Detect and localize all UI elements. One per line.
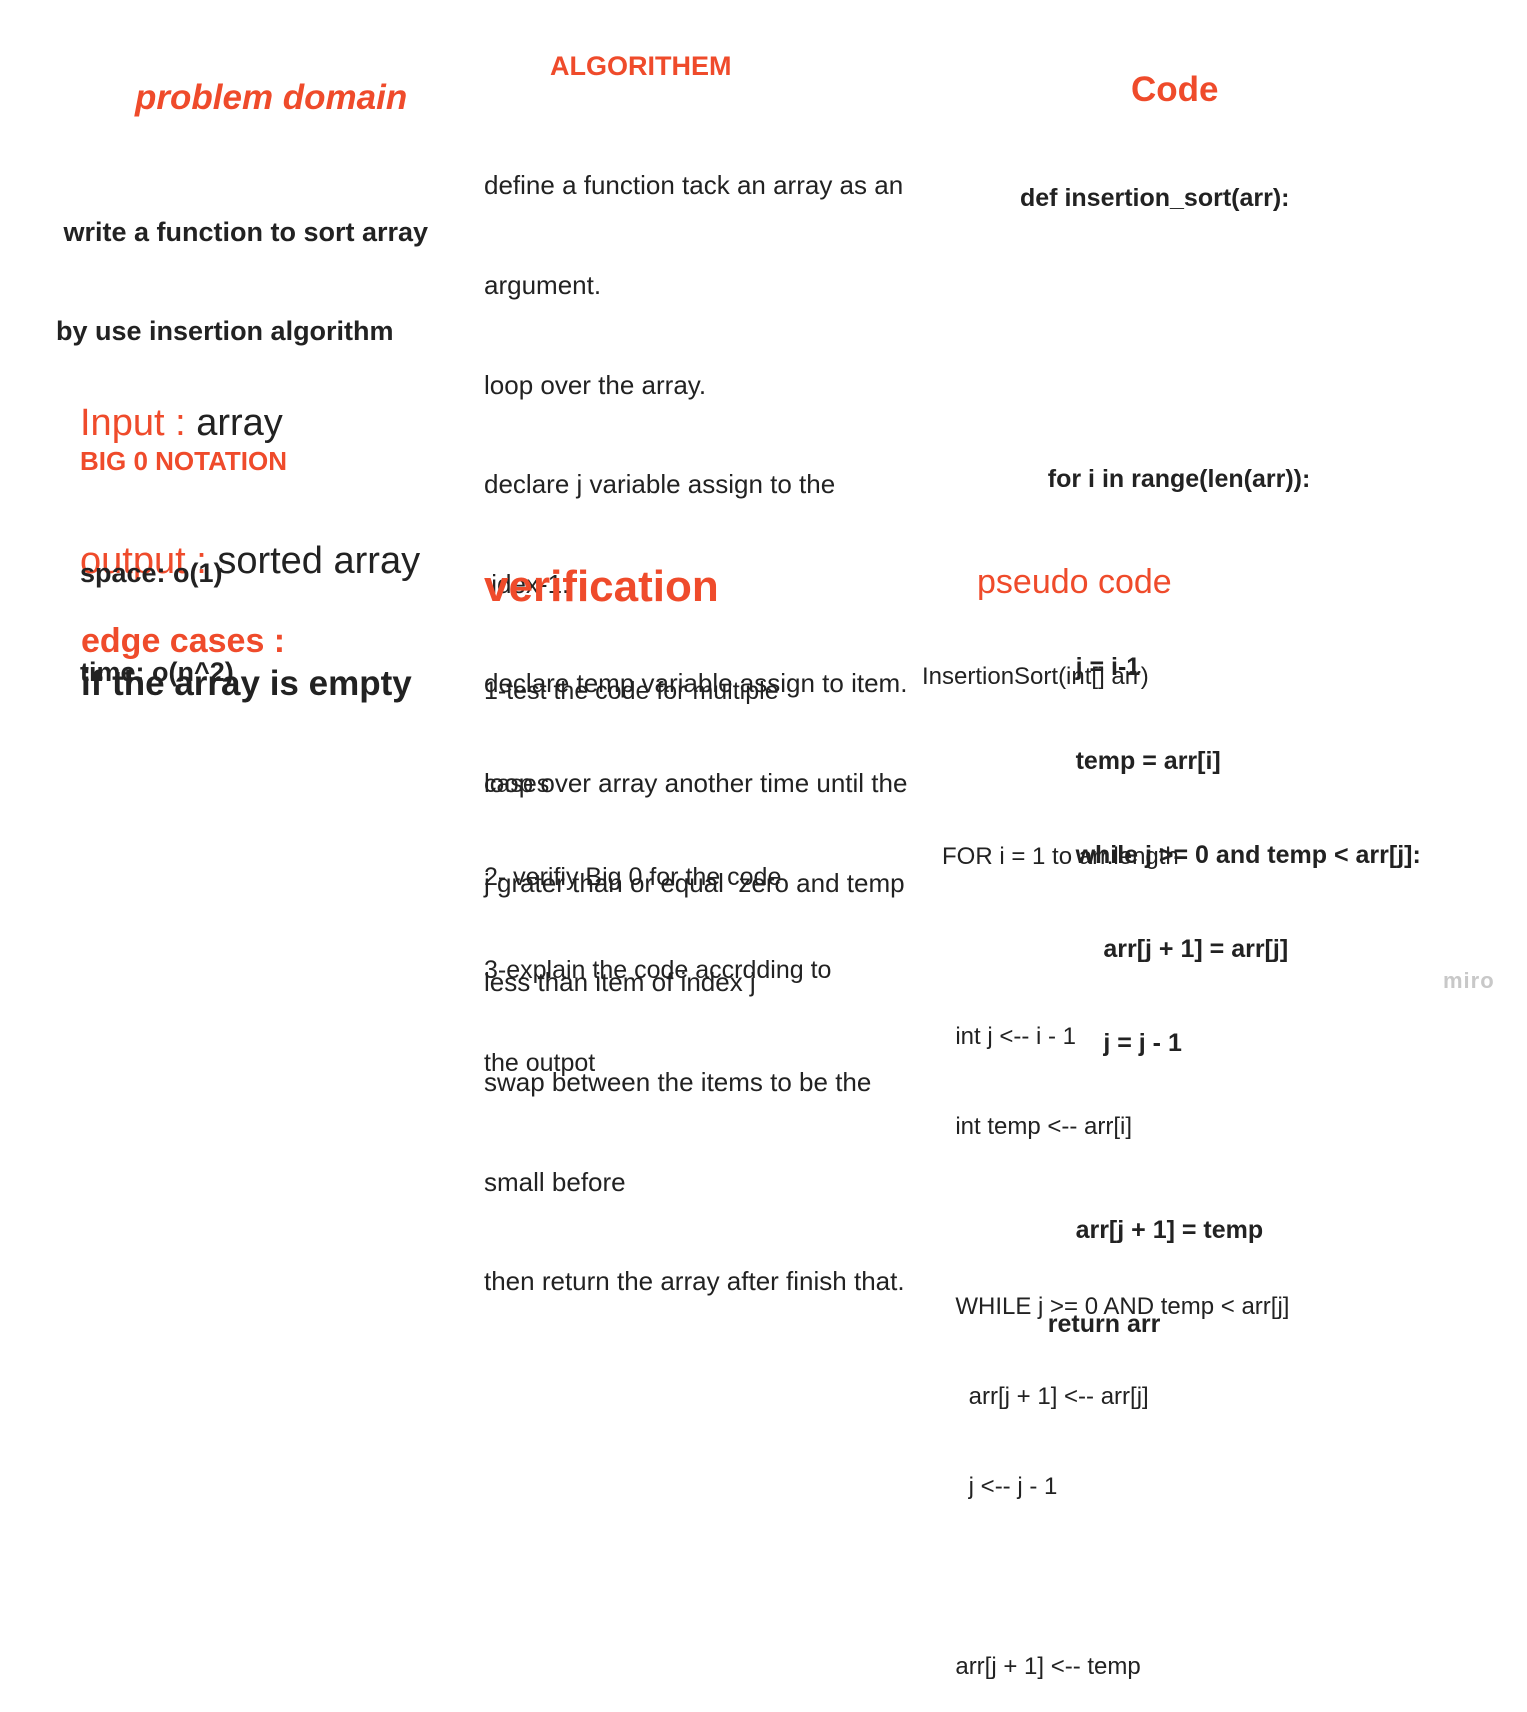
verification-line: the outpot	[484, 1049, 596, 1077]
pseudo-code-line: FOR i = 1 to arr.length	[922, 843, 1179, 870]
pseudo-code-line: InsertionSort(int[] arr)	[922, 663, 1149, 690]
output-value: sorted array	[217, 540, 421, 582]
pseudo-code-block: InsertionSort(int[] arr) ​ FOR i = 1 to …	[922, 602, 1289, 1712]
big-o-space: space: o(1)	[80, 558, 223, 588]
pseudo-code-line: arr[j + 1] <-- temp	[922, 1653, 1141, 1680]
miro-logo: miro	[1443, 968, 1495, 993]
algorithm-line: loop over the array.	[484, 369, 707, 400]
verification-line: 2- verifiy Big 0 for the code	[484, 863, 782, 891]
code-line: ​	[1020, 370, 1421, 401]
problem-domain-line: write a function to sort array	[56, 217, 429, 247]
code-line: def insertion_sort(arr):	[1020, 183, 1290, 212]
code-line: for i in range(len(arr)):	[1020, 465, 1311, 494]
edge-cases-title: edge cases :	[81, 622, 286, 660]
pseudo-code-line: WHILE j >= 0 AND temp < arr[j]	[922, 1293, 1290, 1320]
verification-title: verification	[484, 562, 719, 611]
pseudo-code-line: int temp <-- arr[i]	[922, 1113, 1133, 1140]
algorithm-line: define a function tack an array as an	[484, 170, 904, 201]
pseudo-code-title: pseudo code	[977, 563, 1172, 601]
verification-line: cases	[484, 770, 550, 798]
pseudo-code-line: ​	[922, 932, 1289, 962]
pseudo-code-line: int j <-- i - 1	[922, 1023, 1077, 1050]
algorithm-line: declare j variable assign to the	[484, 469, 836, 500]
algorithm-line: argument.	[484, 270, 602, 301]
code-title: Code	[1131, 70, 1219, 109]
big-o-title: BIG 0 NOTATION	[80, 446, 288, 476]
algorithm-title: ALGORITHEM	[550, 51, 732, 81]
problem-domain-title: problem domain	[135, 78, 408, 117]
verification-line: 3-explain the code accrdding to	[484, 956, 832, 984]
input-row: Input : array	[80, 400, 420, 446]
pseudo-code-line: ​	[922, 1562, 1289, 1592]
code-line: ​	[1020, 276, 1421, 307]
input-label: Input :	[80, 402, 197, 444]
algorithm-line: small before	[484, 1166, 626, 1197]
pseudo-code-line: arr[j + 1] <-- arr[j]	[922, 1383, 1149, 1410]
pseudo-code-line: ​	[922, 1202, 1289, 1232]
input-value: array	[196, 402, 283, 444]
edge-cases-text: if the array is empty	[81, 664, 412, 703]
pseudo-code-line: ​	[922, 752, 1289, 782]
pseudo-code-line: j <-- j - 1	[922, 1473, 1058, 1500]
algorithm-line: then return the array after finish that.	[484, 1266, 905, 1297]
verification-line: 1-test the code for multiple	[484, 677, 779, 705]
verification-text: 1-test the code for multiple cases 2- ve…	[484, 614, 831, 1110]
